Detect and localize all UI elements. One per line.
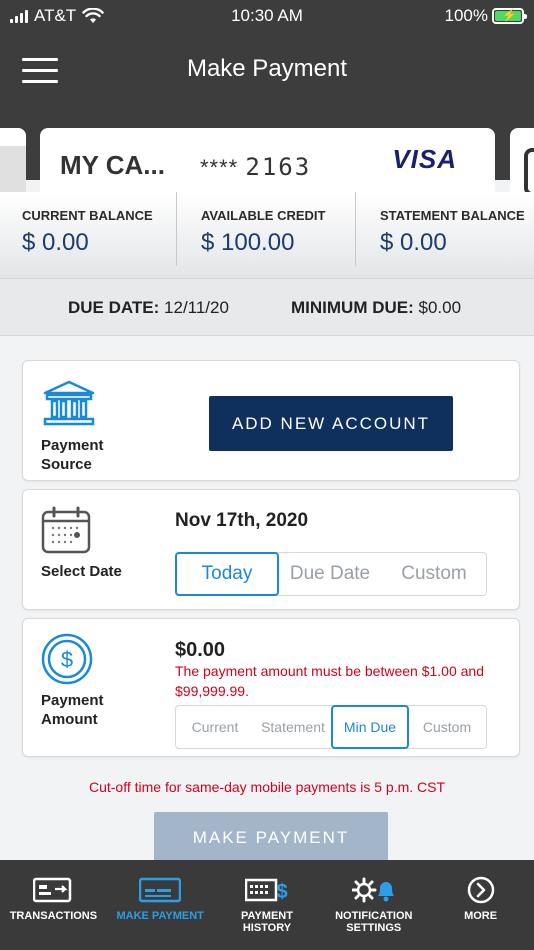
payment-amount-label: Payment Amount — [41, 692, 104, 728]
add-new-account-button[interactable]: ADD NEW ACCOUNT — [209, 396, 453, 451]
bank-icon — [43, 380, 95, 426]
visa-logo: VISA — [392, 144, 457, 174]
tab-transactions[interactable]: TRANSACTIONS — [0, 860, 107, 950]
selected-date: Nov 17th, 2020 — [175, 510, 309, 531]
card-peek-next[interactable] — [510, 128, 534, 196]
tab-more[interactable]: MORE — [427, 860, 534, 950]
amount-options: Current Statement Min Due Custom — [175, 705, 487, 749]
battery-percent: 100% — [444, 6, 488, 25]
make-payment-button[interactable]: MAKE PAYMENT — [154, 812, 388, 864]
select-date-label: Select Date — [41, 563, 122, 580]
amount-option-current[interactable]: Current — [176, 706, 254, 748]
current-balance: CURRENT BALANCE $ 0.00 — [0, 192, 177, 266]
date-option-today[interactable]: Today — [175, 552, 279, 596]
due-date-value: 12/11/20 — [164, 298, 229, 317]
transactions-icon — [33, 877, 72, 903]
status-bar: AT&T 10:30 AM 100% ⚡ — [0, 4, 534, 28]
due-date: DUE DATE: 12/11/20 — [68, 298, 229, 318]
amount-option-custom[interactable]: Custom — [408, 706, 486, 748]
minimum-due-label: MINIMUM DUE: — [291, 298, 414, 317]
payment-history-icon: $ — [244, 878, 288, 903]
tab-notification-settings[interactable]: NOTIFICATION SETTINGS — [320, 860, 427, 950]
tab-payment-history[interactable]: $ PAYMENT HISTORY — [214, 860, 321, 950]
balance-value: $ 0.00 — [22, 229, 89, 256]
balances-row: CURRENT BALANCE $ 0.00 AVAILABLE CREDIT … — [0, 192, 534, 278]
dollar-icon: $ — [41, 633, 93, 685]
tab-bar: TRANSACTIONS MAKE PAYMENT $ PAYMENT HIST… — [0, 860, 534, 950]
minimum-due: MINIMUM DUE: $0.00 — [291, 298, 461, 318]
date-options: Today Due Date Custom — [175, 552, 487, 596]
balance-value: $ 0.00 — [380, 229, 447, 256]
due-date-label: DUE DATE: — [68, 298, 160, 317]
notification-settings-icon — [351, 877, 394, 903]
payment-amount-panel: $ Payment Amount $0.00 The payment amoun… — [22, 618, 520, 757]
date-option-due-date[interactable]: Due Date — [278, 553, 382, 595]
amount-error-message: The payment amount must be between $1.00… — [175, 663, 484, 699]
amount-option-min-due[interactable]: Min Due — [331, 705, 409, 749]
available-credit: AVAILABLE CREDIT $ 100.00 — [177, 192, 356, 266]
balance-label: AVAILABLE CREDIT — [201, 208, 326, 223]
card-peek-previous[interactable] — [0, 128, 26, 192]
payment-amount-value[interactable]: $0.00 — [175, 639, 225, 662]
svg-text:$: $ — [276, 881, 287, 903]
card-mask: **** — [200, 155, 239, 180]
select-date-panel: Select Date Nov 17th, 2020 Today Due Dat… — [22, 489, 520, 610]
page-title: Make Payment — [186, 55, 348, 82]
tab-label: MAKE PAYMENT — [116, 910, 204, 922]
tab-label: PAYMENT HISTORY — [241, 910, 293, 934]
minimum-due-value: $0.00 — [418, 298, 462, 317]
tab-label: MORE — [464, 910, 498, 922]
card-last4: 2163 — [245, 153, 312, 181]
credit-card-icon — [139, 877, 182, 903]
cutoff-notice: Cut-off time for same-day mobile payment… — [88, 779, 446, 795]
tab-make-payment[interactable]: MAKE PAYMENT — [107, 860, 214, 950]
calendar-icon[interactable] — [41, 506, 91, 554]
balance-label: CURRENT BALANCE — [22, 208, 153, 223]
tab-label: NOTIFICATION SETTINGS — [335, 910, 413, 934]
balance-label: STATEMENT BALANCE — [380, 208, 525, 223]
credit-card[interactable]: MY CA... **** 2163 VISA — [40, 128, 495, 192]
balance-value: $ 100.00 — [201, 229, 295, 256]
chevron-right-circle-icon — [467, 876, 494, 904]
card-name: MY CA... — [60, 150, 165, 180]
date-option-custom[interactable]: Custom — [382, 553, 486, 595]
payment-source-label: Payment Source — [41, 437, 104, 473]
statement-balance: STATEMENT BALANCE $ 0.00 — [356, 192, 534, 266]
card-number: **** 2163 — [200, 153, 311, 181]
battery-icon: ⚡ — [492, 8, 527, 24]
tab-label: TRANSACTIONS — [9, 910, 98, 922]
payment-source-panel: Payment Source ADD NEW ACCOUNT — [22, 360, 520, 481]
due-summary: DUE DATE: 12/11/20 MINIMUM DUE: $0.00 — [0, 278, 534, 336]
svg-text:$: $ — [61, 647, 73, 672]
amount-option-statement[interactable]: Statement — [254, 706, 332, 748]
